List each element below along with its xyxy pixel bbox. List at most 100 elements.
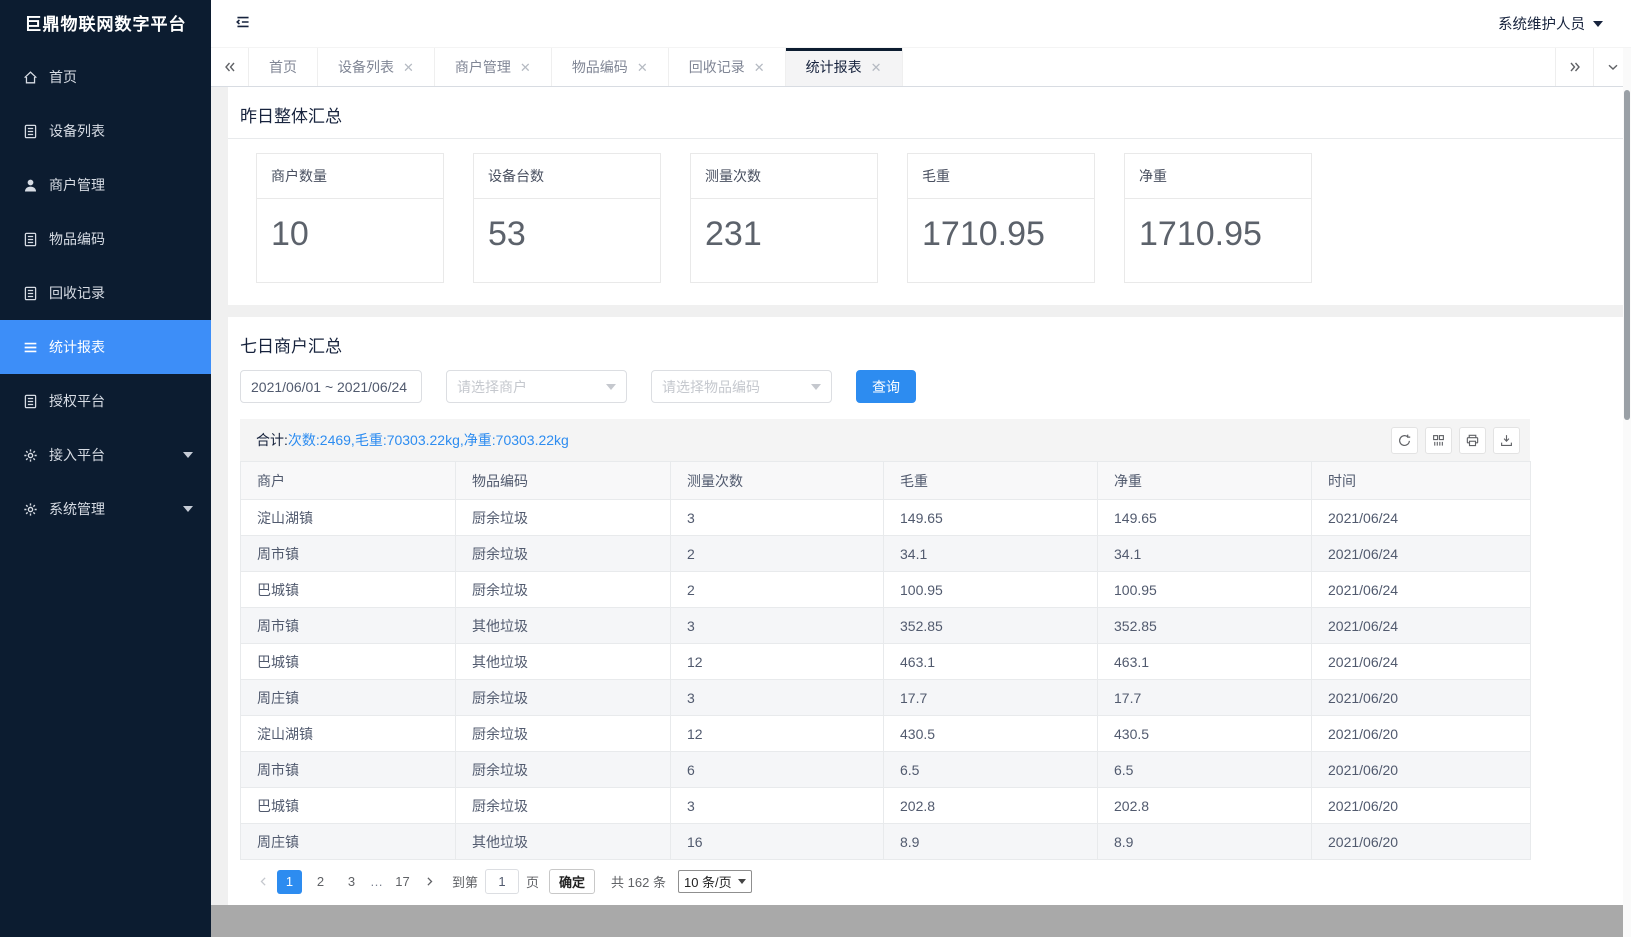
- tabs-scroll-left-icon[interactable]: [211, 48, 249, 86]
- user-menu[interactable]: 系统维护人员: [1498, 13, 1603, 34]
- home-icon: [22, 69, 39, 86]
- table-cell: 2021/06/20: [1312, 752, 1531, 788]
- table-cell: 巴城镇: [241, 572, 456, 608]
- stat-card-净重: 净重1710.95: [1124, 153, 1312, 283]
- page-content: 昨日整体汇总 商户数量10设备台数53测量次数231毛重1710.95净重171…: [211, 87, 1631, 937]
- open-tabs: 首页设备列表✕商户管理✕物品编码✕回收记录✕统计报表✕: [249, 48, 1555, 86]
- stat-card-label: 商户数量: [257, 154, 443, 199]
- close-icon[interactable]: ✕: [520, 61, 531, 74]
- scrollbar-thumb[interactable]: [1624, 90, 1630, 420]
- document-icon: [22, 231, 39, 248]
- refresh-button[interactable]: [1391, 427, 1418, 454]
- sidebar-item-回收记录[interactable]: 回收记录: [0, 266, 211, 320]
- table-cell: 2: [671, 536, 884, 572]
- overview-section: 昨日整体汇总 商户数量10设备台数53测量次数231毛重1710.95净重171…: [228, 87, 1631, 305]
- table-cell: 2021/06/20: [1312, 680, 1531, 716]
- item-code-select[interactable]: 请选择物品编码: [651, 370, 832, 403]
- tab-回收记录[interactable]: 回收记录✕: [669, 48, 786, 86]
- table-cell: 3: [671, 500, 884, 536]
- page-number-17[interactable]: 17: [390, 870, 415, 894]
- table-cell: 2021/06/24: [1312, 644, 1531, 680]
- table-cell: 周市镇: [241, 752, 456, 788]
- vertical-scrollbar[interactable]: [1623, 48, 1631, 937]
- column-header-测量次数: 测量次数: [671, 462, 884, 500]
- column-settings-button[interactable]: [1425, 427, 1452, 454]
- stat-card-商户数量: 商户数量10: [256, 153, 444, 283]
- table-cell: 2021/06/24: [1312, 572, 1531, 608]
- goto-confirm-button[interactable]: 确定: [549, 869, 595, 894]
- sidebar-item-接入平台[interactable]: 接入平台: [0, 428, 211, 482]
- goto-page-unit: 页: [526, 872, 539, 891]
- table-row: 巴城镇其他垃圾12463.1463.12021/06/24: [241, 644, 1531, 680]
- close-icon[interactable]: ✕: [754, 61, 765, 74]
- sidebar-item-商户管理[interactable]: 商户管理: [0, 158, 211, 212]
- page-number-1[interactable]: 1: [277, 870, 302, 894]
- next-page-icon[interactable]: [418, 870, 440, 894]
- sidebar-item-统计报表[interactable]: 统计报表: [0, 320, 211, 374]
- table-row: 周市镇厨余垃圾234.134.12021/06/24: [241, 536, 1531, 572]
- table-cell: 12: [671, 644, 884, 680]
- close-icon[interactable]: ✕: [871, 61, 882, 74]
- goto-page-input[interactable]: [485, 869, 519, 894]
- column-header-净重: 净重: [1098, 462, 1312, 500]
- export-button[interactable]: [1493, 427, 1520, 454]
- stat-cards: 商户数量10设备台数53测量次数231毛重1710.95净重1710.95: [228, 139, 1631, 305]
- sidebar-collapse-icon[interactable]: [233, 12, 257, 36]
- table-cell: 100.95: [884, 572, 1098, 608]
- sidebar-item-系统管理[interactable]: 系统管理: [0, 482, 211, 536]
- total-count: 共 162 条: [611, 872, 666, 891]
- table-cell: 17.7: [1098, 680, 1312, 716]
- table-cell: 100.95: [1098, 572, 1312, 608]
- date-range-input[interactable]: [240, 370, 422, 403]
- table-cell: 6.5: [1098, 752, 1312, 788]
- sidebar-item-授权平台[interactable]: 授权平台: [0, 374, 211, 428]
- close-icon[interactable]: ✕: [637, 61, 648, 74]
- sidebar-item-首页[interactable]: 首页: [0, 50, 211, 104]
- table-cell: 周市镇: [241, 608, 456, 644]
- close-icon[interactable]: ✕: [403, 61, 414, 74]
- table-row: 巴城镇厨余垃圾2100.95100.952021/06/24: [241, 572, 1531, 608]
- sidebar-item-设备列表[interactable]: 设备列表: [0, 104, 211, 158]
- stat-card-毛重: 毛重1710.95: [907, 153, 1095, 283]
- gear-icon: [22, 501, 39, 518]
- report-filters: 请选择商户 请选择物品编码 查询: [228, 368, 1631, 419]
- summary-prefix: 合计:: [256, 432, 288, 448]
- overview-title: 昨日整体汇总: [228, 87, 1631, 139]
- page-number-3[interactable]: 3: [339, 870, 364, 894]
- tab-统计报表[interactable]: 统计报表✕: [786, 48, 903, 86]
- table-cell: 34.1: [884, 536, 1098, 572]
- table-row: 周庄镇厨余垃圾317.717.72021/06/20: [241, 680, 1531, 716]
- caret-down-icon: [1593, 21, 1603, 27]
- sidebar-item-label: 设备列表: [49, 121, 105, 141]
- table-cell: 厨余垃圾: [456, 752, 671, 788]
- prev-page-icon[interactable]: [252, 870, 274, 894]
- table-cell: 3: [671, 608, 884, 644]
- tab-物品编码[interactable]: 物品编码✕: [552, 48, 669, 86]
- tab-商户管理[interactable]: 商户管理✕: [435, 48, 552, 86]
- sidebar-item-label: 首页: [49, 67, 77, 87]
- caret-down-icon: [606, 384, 616, 390]
- goto-label: 到第: [452, 872, 478, 891]
- tab-首页[interactable]: 首页: [249, 48, 318, 86]
- caret-down-icon: [738, 879, 746, 884]
- merchant-select-placeholder: 请选择商户: [457, 377, 527, 397]
- table-cell: 149.65: [884, 500, 1098, 536]
- page-size-select[interactable]: 10 条/页: [678, 870, 752, 893]
- table-cell: 17.7: [884, 680, 1098, 716]
- pagination-ellipsis[interactable]: …: [370, 874, 384, 889]
- table-row: 周庄镇其他垃圾168.98.92021/06/20: [241, 824, 1531, 860]
- table-cell: 周庄镇: [241, 680, 456, 716]
- sidebar: 巨鼎物联网数字平台 首页设备列表商户管理物品编码回收记录统计报表授权平台接入平台…: [0, 0, 211, 937]
- sidebar-item-label: 统计报表: [49, 337, 105, 357]
- table-cell: 巴城镇: [241, 788, 456, 824]
- tabs-scroll-right-icon[interactable]: [1555, 48, 1593, 86]
- user-icon: [22, 177, 39, 194]
- page-number-2[interactable]: 2: [308, 870, 333, 894]
- stat-card-设备台数: 设备台数53: [473, 153, 661, 283]
- merchant-select[interactable]: 请选择商户: [446, 370, 627, 403]
- print-button[interactable]: [1459, 427, 1486, 454]
- search-button[interactable]: 查询: [856, 370, 916, 403]
- table-cell: 6.5: [884, 752, 1098, 788]
- tab-设备列表[interactable]: 设备列表✕: [318, 48, 435, 86]
- sidebar-item-物品编码[interactable]: 物品编码: [0, 212, 211, 266]
